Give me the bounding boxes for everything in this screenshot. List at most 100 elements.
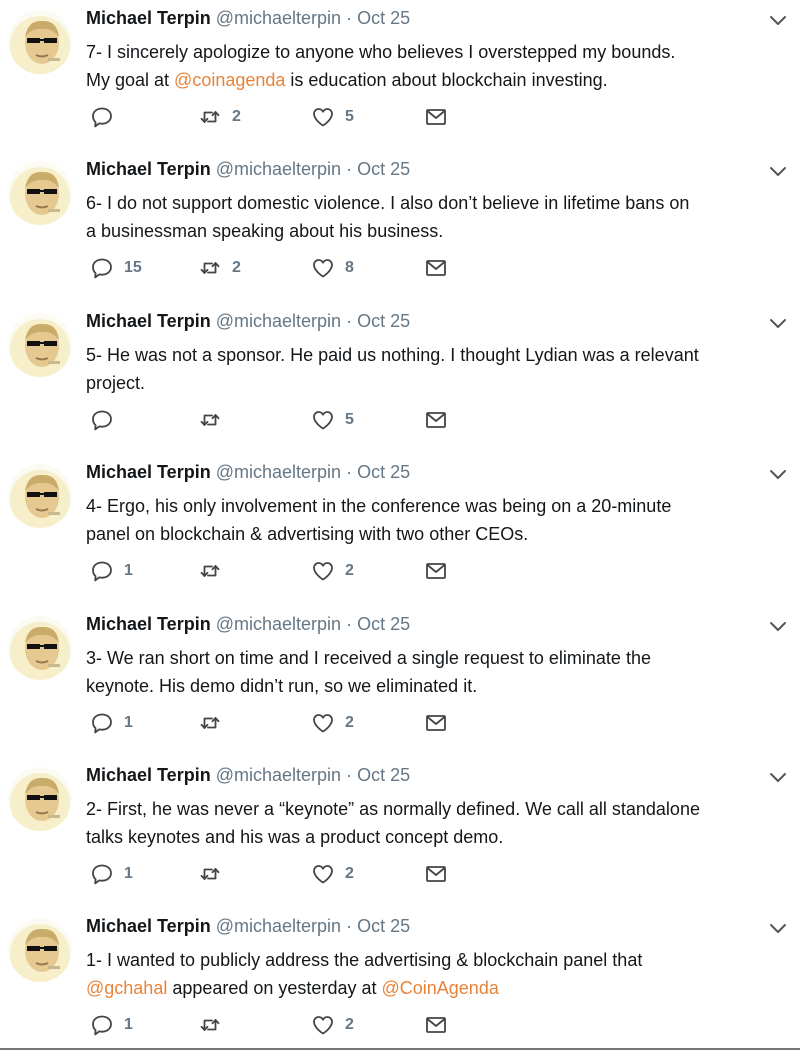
tweet-text: 2- First, he was never a “keynote” as no… — [86, 795, 776, 851]
author-handle[interactable]: @michaelterpin — [216, 916, 341, 936]
like-button[interactable]: 8 — [311, 255, 354, 281]
retweet-button[interactable] — [198, 407, 232, 433]
avatar[interactable] — [8, 918, 72, 982]
separator-dot: · — [346, 462, 353, 482]
reply-button[interactable] — [90, 407, 124, 433]
reply-count: 1 — [124, 1016, 133, 1033]
author-name[interactable]: Michael Terpin — [86, 159, 211, 179]
tweet-actions: 25 — [86, 104, 466, 130]
author-handle[interactable]: @michaelterpin — [216, 159, 341, 179]
tweet[interactable]: Michael Terpin @michaelterpin · Oct 25 3-… — [0, 606, 800, 757]
tweet-text-segment: project. — [86, 373, 146, 393]
retweet-button[interactable]: 2 — [198, 104, 241, 130]
author-handle[interactable]: @michaelterpin — [216, 8, 341, 28]
direct-message-button[interactable] — [424, 407, 448, 433]
reply-button[interactable]: 1 — [90, 1012, 133, 1038]
reply-icon — [90, 862, 114, 886]
reply-button[interactable]: 1 — [90, 861, 133, 887]
retweet-icon — [198, 1013, 222, 1037]
chevron-down-icon[interactable] — [768, 165, 788, 179]
retweet-button[interactable] — [198, 1012, 232, 1038]
reply-button[interactable]: 1 — [90, 558, 133, 584]
reply-count: 1 — [124, 865, 133, 882]
tweet[interactable]: Michael Terpin @michaelterpin · Oct 25 4-… — [0, 454, 800, 605]
mention-link[interactable]: @gchahal — [86, 978, 167, 998]
tweet[interactable]: Michael Terpin @michaelterpin · Oct 25 5-… — [0, 303, 800, 454]
direct-message-button[interactable] — [424, 1012, 448, 1038]
retweet-icon — [198, 256, 222, 280]
like-button[interactable]: 2 — [311, 1012, 354, 1038]
like-button[interactable]: 5 — [311, 407, 354, 433]
direct-message-button[interactable] — [424, 558, 448, 584]
reply-button[interactable]: 15 — [90, 255, 142, 281]
avatar[interactable] — [8, 10, 72, 74]
tweet-feed: Michael Terpin @michaelterpin · Oct 25 7-… — [0, 0, 800, 1052]
tweet-text: 6- I do not support domestic violence. I… — [86, 189, 776, 245]
author-handle[interactable]: @michaelterpin — [216, 462, 341, 482]
reply-button[interactable]: 1 — [90, 710, 133, 736]
like-button[interactable]: 2 — [311, 861, 354, 887]
chevron-down-icon[interactable] — [768, 771, 788, 785]
retweet-icon — [198, 105, 222, 129]
author-name[interactable]: Michael Terpin — [86, 765, 211, 785]
tweet-date[interactable]: Oct 25 — [357, 311, 410, 331]
tweet[interactable]: Michael Terpin @michaelterpin · Oct 25 2-… — [0, 757, 800, 908]
tweet-actions: 5 — [86, 407, 466, 433]
direct-message-button[interactable] — [424, 710, 448, 736]
chevron-down-icon[interactable] — [768, 317, 788, 331]
retweet-button[interactable]: 2 — [198, 255, 241, 281]
tweet-text-segment: 5- He was not a sponsor. He paid us noth… — [86, 345, 699, 365]
retweet-button[interactable] — [198, 861, 232, 887]
tweet-date[interactable]: Oct 25 — [357, 765, 410, 785]
retweet-icon — [198, 711, 222, 735]
tweet-date[interactable]: Oct 25 — [357, 8, 410, 28]
separator-dot: · — [346, 614, 353, 634]
tweet-date[interactable]: Oct 25 — [357, 916, 410, 936]
author-name[interactable]: Michael Terpin — [86, 614, 211, 634]
tweet[interactable]: Michael Terpin @michaelterpin · Oct 25 6-… — [0, 151, 800, 302]
tweet-header: Michael Terpin @michaelterpin · Oct 25 — [86, 311, 410, 332]
reply-icon — [90, 559, 114, 583]
author-handle[interactable]: @michaelterpin — [216, 614, 341, 634]
envelope-icon — [424, 105, 448, 129]
like-button[interactable]: 2 — [311, 710, 354, 736]
author-name[interactable]: Michael Terpin — [86, 8, 211, 28]
author-name[interactable]: Michael Terpin — [86, 311, 211, 331]
direct-message-button[interactable] — [424, 861, 448, 887]
mention-link[interactable]: @CoinAgenda — [381, 978, 498, 998]
heart-icon — [311, 862, 335, 886]
tweet[interactable]: Michael Terpin @michaelterpin · Oct 25 1-… — [0, 908, 800, 1059]
like-button[interactable]: 5 — [311, 104, 354, 130]
avatar[interactable] — [8, 313, 72, 377]
mention-link[interactable]: @coinagenda — [174, 70, 285, 90]
avatar[interactable] — [8, 616, 72, 680]
tweet-header: Michael Terpin @michaelterpin · Oct 25 — [86, 765, 410, 786]
tweet-date[interactable]: Oct 25 — [357, 614, 410, 634]
avatar[interactable] — [8, 464, 72, 528]
author-handle[interactable]: @michaelterpin — [216, 311, 341, 331]
tweet-text-segment: talks keynotes and his was a product con… — [86, 827, 504, 847]
like-count: 2 — [345, 865, 354, 882]
chevron-down-icon[interactable] — [768, 14, 788, 28]
author-name[interactable]: Michael Terpin — [86, 462, 211, 482]
retweet-button[interactable] — [198, 710, 232, 736]
tweet-header: Michael Terpin @michaelterpin · Oct 25 — [86, 462, 410, 483]
chevron-down-icon[interactable] — [768, 922, 788, 936]
tweet[interactable]: Michael Terpin @michaelterpin · Oct 25 7-… — [0, 0, 800, 151]
chevron-down-icon[interactable] — [768, 620, 788, 634]
direct-message-button[interactable] — [424, 104, 448, 130]
avatar[interactable] — [8, 161, 72, 225]
tweet-text-segment: 6- I do not support domestic violence. I… — [86, 193, 690, 213]
avatar[interactable] — [8, 767, 72, 831]
like-button[interactable]: 2 — [311, 558, 354, 584]
chevron-down-icon[interactable] — [768, 468, 788, 482]
retweet-button[interactable] — [198, 558, 232, 584]
tweet-text-segment: a businessman speaking about his busines… — [86, 221, 444, 241]
reply-button[interactable] — [90, 104, 124, 130]
like-count: 2 — [345, 714, 354, 731]
tweet-date[interactable]: Oct 25 — [357, 159, 410, 179]
author-handle[interactable]: @michaelterpin — [216, 765, 341, 785]
tweet-date[interactable]: Oct 25 — [357, 462, 410, 482]
author-name[interactable]: Michael Terpin — [86, 916, 211, 936]
direct-message-button[interactable] — [424, 255, 448, 281]
